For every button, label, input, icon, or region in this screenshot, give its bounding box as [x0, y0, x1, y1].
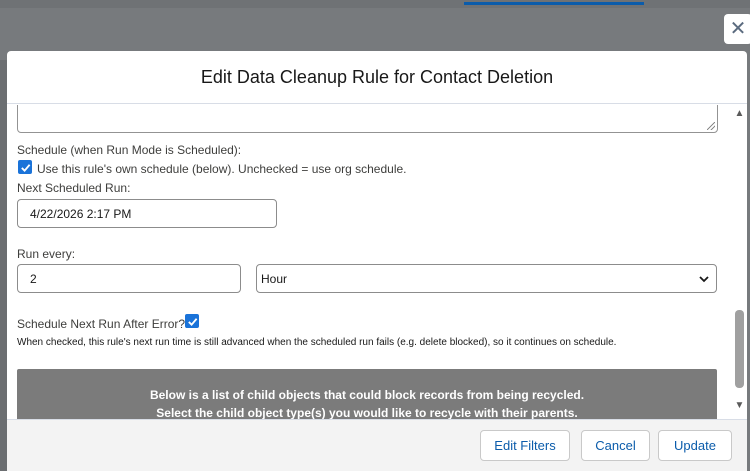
after-error-help-text: When checked, this rule's next run time … [17, 337, 617, 348]
after-error-label: Schedule Next Run After Error?: [17, 317, 189, 331]
schedule-section-label: Schedule (when Run Mode is Scheduled): [17, 143, 242, 157]
next-run-label: Next Scheduled Run: [17, 181, 131, 195]
edit-filters-button[interactable]: Edit Filters [480, 430, 570, 461]
own-schedule-label: Use this rule's own schedule (below). Un… [37, 162, 407, 176]
backdrop-active-tab-indicator [464, 2, 644, 5]
next-run-field[interactable]: 4/22/2026 2:17 PM [17, 199, 277, 228]
description-textarea[interactable] [17, 105, 718, 133]
run-every-input[interactable]: 2 [17, 264, 241, 293]
checkmark-icon [187, 317, 197, 326]
run-every-value: 2 [30, 271, 37, 286]
modal-body: Schedule (when Run Mode is Scheduled): U… [7, 105, 747, 471]
after-error-checkbox[interactable] [185, 314, 199, 328]
scroll-down-arrow-icon[interactable]: ▼ [734, 401, 745, 411]
modal-header: Edit Data Cleanup Rule for Contact Delet… [7, 51, 747, 104]
checkmark-icon [20, 163, 30, 172]
edit-rule-modal: Edit Data Cleanup Rule for Contact Delet… [7, 51, 747, 471]
modal-footer: Edit Filters Cancel Update [7, 419, 747, 471]
scroll-thumb[interactable] [735, 310, 744, 388]
update-button[interactable]: Update [658, 430, 732, 461]
banner-line-1: Below is a list of child objects that co… [149, 388, 585, 402]
run-every-unit-select[interactable]: Hour [256, 264, 717, 293]
close-icon: ✕ [729, 18, 747, 40]
chevron-down-icon [699, 276, 709, 283]
close-modal-button[interactable]: ✕ [724, 14, 750, 44]
cancel-button[interactable]: Cancel [581, 430, 650, 461]
modal-scrollbar[interactable]: ▲ ▼ [732, 105, 747, 471]
resize-handle-icon[interactable] [707, 122, 715, 130]
modal-title: Edit Data Cleanup Rule for Contact Delet… [200, 66, 554, 87]
own-schedule-checkbox[interactable] [18, 160, 32, 174]
run-every-unit-value: Hour [261, 271, 288, 286]
run-every-label: Run every: [17, 247, 76, 261]
scroll-up-arrow-icon[interactable]: ▲ [734, 109, 745, 119]
next-run-value: 4/22/2026 2:17 PM [30, 206, 132, 221]
